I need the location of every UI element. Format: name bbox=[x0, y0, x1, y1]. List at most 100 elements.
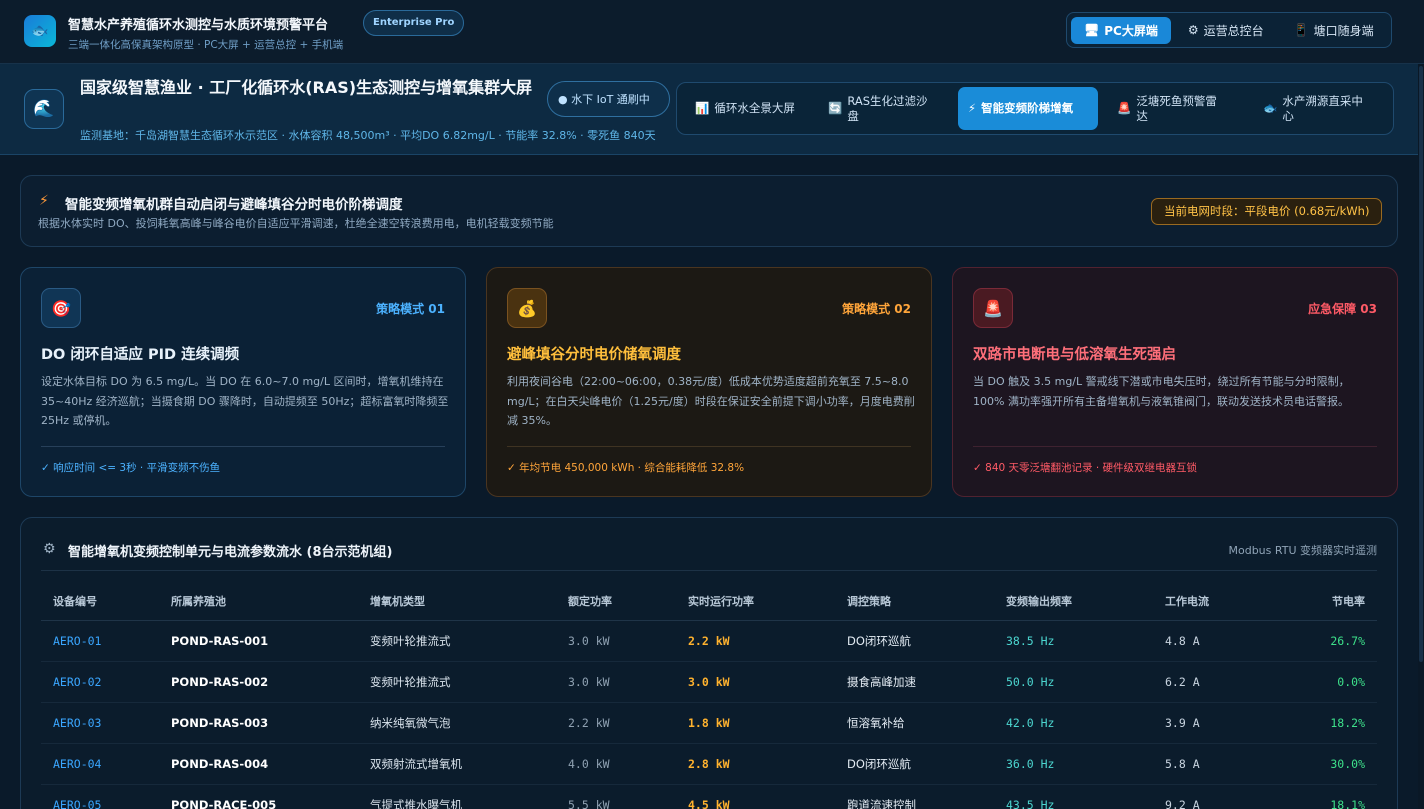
client-ops-console-button[interactable]: ⚙ 运营总控台 bbox=[1175, 17, 1277, 44]
device-id[interactable]: AERO-03 bbox=[41, 702, 159, 744]
table-title: 智能增氧机变频控制单元与电流参数流水 (8台示范机组) bbox=[68, 545, 393, 560]
column-header[interactable]: 所属养殖池 bbox=[159, 582, 358, 621]
page-scrollbar[interactable] bbox=[1418, 64, 1424, 809]
edition-badge: Enterprise Pro bbox=[363, 10, 465, 36]
table-row[interactable]: AERO-04 POND-RAS-004 双频射流式增氧机 4.0 kW 2.8… bbox=[41, 743, 1377, 785]
gear-icon: ⚙ bbox=[1187, 23, 1199, 37]
rated-power: 3.0 kW bbox=[556, 661, 676, 703]
strategy-tag: 策略模式 02 bbox=[842, 302, 911, 316]
aerator-type: 纳米纯氧微气泡 bbox=[358, 702, 556, 744]
tariff-period-badge: 当前电网时段：平段电价 (0.68元/kWh) bbox=[1151, 198, 1383, 225]
strategy-tag: 策略模式 01 bbox=[376, 302, 445, 316]
tab-label: RAS生化过滤沙盘 bbox=[847, 93, 928, 123]
money-bag-icon: 💰 bbox=[507, 288, 547, 328]
device-id[interactable]: AERO-02 bbox=[41, 661, 159, 703]
device-id[interactable]: AERO-05 bbox=[41, 784, 159, 809]
saving-rate: 30.0% bbox=[1273, 743, 1377, 785]
card-footer: ✓ 840 天零泛塘翻池记录 · 硬件级双继电器互锁 bbox=[973, 462, 1198, 474]
pond-id: POND-RAS-003 bbox=[159, 702, 358, 744]
card-description: 设定水体目标 DO 为 6.5 mg/L。当 DO 在 6.0~7.0 mg/L… bbox=[41, 375, 449, 427]
bolt-icon: ⚡ bbox=[968, 101, 977, 115]
rated-power: 4.0 kW bbox=[556, 743, 676, 785]
strategy-tag: 应急保障 03 bbox=[1308, 302, 1377, 316]
tab-pond-alert-radar[interactable]: 🚨 泛塘死鱼预警雷达 bbox=[1107, 87, 1237, 130]
divider bbox=[507, 446, 911, 447]
control-strategy: DO闭环巡航 bbox=[835, 743, 994, 785]
target-icon: 🎯 bbox=[41, 288, 81, 328]
divider bbox=[41, 446, 445, 447]
divider bbox=[973, 446, 1377, 447]
aerator-type: 双频射流式增氧机 bbox=[358, 743, 556, 785]
aerator-type: 气提式推水曝气机 bbox=[358, 784, 556, 809]
aerator-table-panel: ⚙ 智能增氧机变频控制单元与电流参数流水 (8台示范机组) Modbus RTU… bbox=[20, 517, 1398, 809]
siren-icon: 🚨 bbox=[973, 288, 1013, 328]
tab-label: 循环水全景大屏 bbox=[714, 101, 795, 115]
table-row[interactable]: AERO-05 POND-RACE-005 气提式推水曝气机 5.5 kW 4.… bbox=[41, 784, 1377, 809]
column-header[interactable]: 设备编号 bbox=[41, 582, 159, 621]
column-header[interactable]: 工作电流 bbox=[1153, 582, 1273, 621]
wave-icon: 🌊 bbox=[24, 89, 64, 129]
tab-traceability[interactable]: 🐟 水产溯源直采中心 bbox=[1253, 87, 1379, 130]
hero-title: 国家级智慧渔业 · 工厂化循环水(RAS)生态测控与增氧集群大屏 bbox=[80, 78, 533, 97]
output-frequency: 36.0 Hz bbox=[994, 743, 1153, 785]
divider bbox=[41, 570, 1377, 571]
working-current: 4.8 A bbox=[1153, 620, 1273, 662]
card-footer: ✓ 响应时间 <= 3秒 · 平滑变频不伤鱼 bbox=[41, 462, 221, 474]
device-id[interactable]: AERO-01 bbox=[41, 620, 159, 662]
aerator-type: 变频叶轮推流式 bbox=[358, 620, 556, 662]
fish-icon: 🐟 bbox=[1263, 101, 1278, 115]
fish-logo-icon: 🐟 bbox=[24, 15, 56, 47]
tab-overview[interactable]: 📊 循环水全景大屏 bbox=[685, 87, 811, 130]
strategy-description: 根据水体实时 DO、投饲耗氧高峰与峰谷电价自适应平滑调速，杜绝全速空转浪费用电，… bbox=[38, 217, 554, 230]
column-header[interactable]: 实时运行功率 bbox=[676, 582, 835, 621]
client-label: 塘口随身端 bbox=[1313, 23, 1374, 38]
saving-rate: 18.2% bbox=[1273, 702, 1377, 744]
monitor-icon: 🖥 bbox=[1084, 23, 1100, 37]
live-power: 2.8 kW bbox=[676, 743, 835, 785]
strategy-card-pid: 🎯 策略模式 01 DO 闭环自适应 PID 连续调频 设定水体目标 DO 为 … bbox=[20, 267, 466, 497]
card-footer: ✓ 年均节电 450,000 kWh · 综合能耗降低 32.8% bbox=[507, 462, 745, 474]
tab-label: 智能变频阶梯增氧 bbox=[981, 101, 1074, 115]
client-pc-screen-button[interactable]: 🖥 PC大屏端 bbox=[1071, 16, 1171, 44]
table-row[interactable]: AERO-03 POND-RAS-003 纳米纯氧微气泡 2.2 kW 1.8 … bbox=[41, 702, 1377, 744]
client-mobile-button[interactable]: 📱 塘口随身端 bbox=[1281, 17, 1387, 44]
control-strategy: DO闭环巡航 bbox=[835, 620, 994, 662]
column-header[interactable]: 节电率 bbox=[1273, 582, 1377, 621]
column-header[interactable]: 额定功率 bbox=[556, 582, 676, 621]
strategy-card-emergency: 🚨 应急保障 03 双路市电断电与低溶氧生死强启 当 DO 触及 3.5 mg/… bbox=[952, 267, 1398, 497]
table-row[interactable]: AERO-02 POND-RAS-002 变频叶轮推流式 3.0 kW 3.0 … bbox=[41, 661, 1377, 703]
bar-chart-icon: 📊 bbox=[695, 101, 710, 115]
working-current: 6.2 A bbox=[1153, 661, 1273, 703]
working-current: 9.2 A bbox=[1153, 784, 1273, 809]
client-label: PC大屏端 bbox=[1104, 23, 1158, 38]
device-id[interactable]: AERO-04 bbox=[41, 743, 159, 785]
tab-smart-aeration[interactable]: ⚡ 智能变频阶梯增氧 bbox=[958, 87, 1098, 130]
tab-ras-filter[interactable]: 🔄 RAS生化过滤沙盘 bbox=[818, 87, 944, 130]
output-frequency: 38.5 Hz bbox=[994, 620, 1153, 662]
app-title: 智慧水产养殖循环水测控与水质环境预警平台 bbox=[68, 18, 329, 33]
control-strategy: 恒溶氧补给 bbox=[835, 702, 994, 744]
card-description: 利用夜间谷电（22:00~06:00，0.38元/度）低成本优势适度超前充氧至 … bbox=[507, 375, 915, 427]
client-label: 运营总控台 bbox=[1203, 23, 1264, 38]
hero-banner: 🌊 国家级智慧渔业 · 工厂化循环水(RAS)生态测控与增氧集群大屏 ● 水下 … bbox=[0, 64, 1418, 155]
table-header-row: 设备编号 所属养殖池 增氧机类型 额定功率 实时运行功率 调控策略 变频输出频率… bbox=[41, 582, 1377, 621]
table-row[interactable]: AERO-01 POND-RAS-001 变频叶轮推流式 3.0 kW 2.2 … bbox=[41, 620, 1377, 662]
rated-power: 5.5 kW bbox=[556, 784, 676, 809]
column-header[interactable]: 变频输出频率 bbox=[994, 582, 1153, 621]
top-bar: 🐟 智慧水产养殖循环水测控与水质环境预警平台 Enterprise Pro 三端… bbox=[0, 0, 1424, 64]
live-power: 4.5 kW bbox=[676, 784, 835, 809]
card-description: 当 DO 触及 3.5 mg/L 警戒线下潜或市电失压时，绕过所有节能与分时限制… bbox=[973, 375, 1350, 408]
strategy-title: 智能变频增氧机群自动启闭与避峰填谷分时电价阶梯调度 bbox=[65, 197, 403, 213]
column-header[interactable]: 调控策略 bbox=[835, 582, 994, 621]
rated-power: 3.0 kW bbox=[556, 620, 676, 662]
bolt-icon: ⚡ bbox=[39, 193, 49, 209]
pond-id: POND-RAS-004 bbox=[159, 743, 358, 785]
control-strategy: 摄食高峰加速 bbox=[835, 661, 994, 703]
live-power: 2.2 kW bbox=[676, 620, 835, 662]
saving-rate: 0.0% bbox=[1273, 661, 1377, 703]
scrollbar-thumb[interactable] bbox=[1419, 66, 1423, 662]
app-subtitle: 三端一体化高保真架构原型 · PC大屏 + 运营总控 + 手机端 bbox=[68, 39, 344, 51]
column-header[interactable]: 增氧机类型 bbox=[358, 582, 556, 621]
iot-status-badge: ● 水下 IoT 通刷中 bbox=[547, 81, 670, 117]
working-current: 3.9 A bbox=[1153, 702, 1273, 744]
